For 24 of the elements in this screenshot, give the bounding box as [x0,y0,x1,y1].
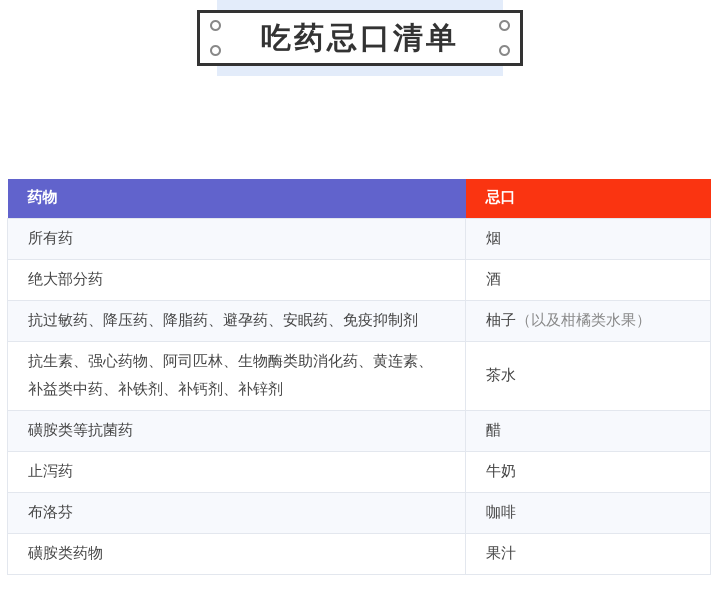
drug-cell: 布洛芬 [8,492,466,533]
column-header: 忌口 [466,179,710,218]
avoid-cell: 醋 [466,410,710,451]
food-text: 柚子 [486,312,516,328]
drug-cell: 所有药 [8,218,466,259]
column-header: 药物 [8,179,466,218]
avoid-cell: 烟 [466,218,710,259]
ring-icon [499,20,510,31]
food-note: （以及柑橘类水果） [516,312,651,328]
avoid-cell: 咖啡 [466,492,710,533]
avoid-cell: 牛奶 [466,451,710,492]
ring-icon [210,45,221,56]
drug-cell: 抗过敏药、降压药、降脂药、避孕药、安眠药、免疫抑制剂 [8,300,466,341]
drug-cell: 止泻药 [8,451,466,492]
drug-cell: 抗生素、强心药物、阿司匹林、生物酶类助消化药、黄连素、补益类中药、补铁剂、补钙剂、补锌剂 [8,341,466,410]
avoid-cell: 酒 [466,259,710,300]
ring-icon [210,20,221,31]
ring-icon [499,45,510,56]
page-title: 吃药忌口清单 [261,20,459,56]
drug-cell: 磺胺类等抗菌药 [8,410,466,451]
drug-cell: 绝大部分药 [8,259,466,300]
avoid-cell: 果汁 [466,533,710,574]
drug-cell: 磺胺类药物 [8,533,466,574]
avoid-cell: 茶水 [466,341,710,410]
